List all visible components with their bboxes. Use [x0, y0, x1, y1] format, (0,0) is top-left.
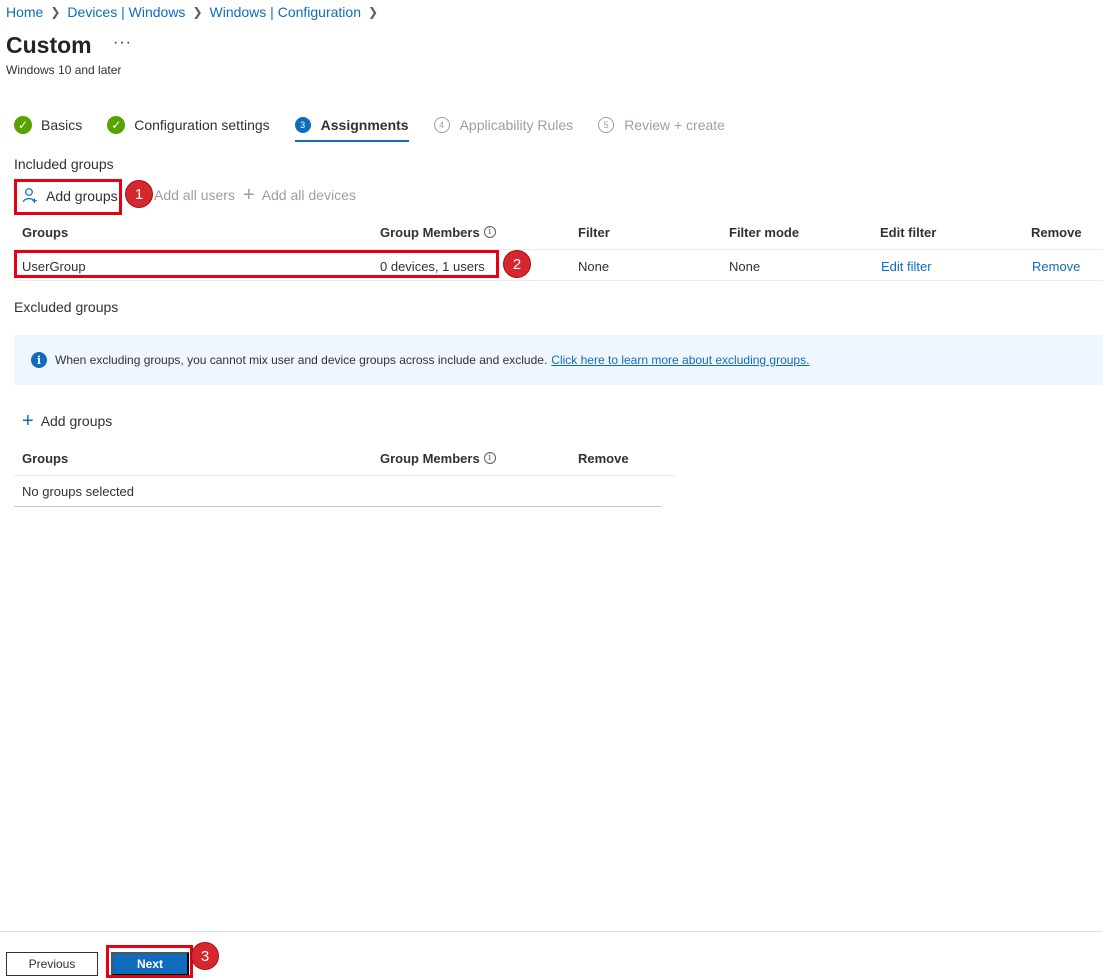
column-filter-mode: Filter mode [729, 224, 800, 240]
step-number: 4 [433, 117, 450, 133]
add-all-devices-label: Add all devices [261, 187, 356, 203]
chevron-right-icon: ❯ [50, 5, 61, 19]
step-label: Applicability Rules [459, 117, 574, 133]
excluded-groups-heading: Excluded groups [14, 299, 119, 315]
column-filter: Filter [578, 224, 610, 240]
empty-row: No groups selected [14, 475, 661, 507]
chevron-right-icon: ❯ [367, 5, 379, 19]
filter-value: None [578, 258, 610, 274]
step-label: Configuration settings [134, 117, 270, 133]
learn-more-link[interactable]: Click here to learn more about excluding… [551, 353, 809, 367]
add-excluded-groups-button[interactable]: + Add groups [22, 411, 112, 431]
excluded-table-header: Groups Group Members i Remove [14, 442, 675, 474]
step-configuration-settings[interactable]: ✓ Configuration settings [107, 114, 270, 136]
annotation-badge: 1 [125, 180, 153, 208]
add-all-users-label: Add all users [154, 187, 235, 203]
column-group-members: Group Members i [380, 216, 496, 248]
included-groups-heading: Included groups [14, 156, 114, 172]
column-group-members-label: Group Members [380, 450, 480, 466]
info-icon[interactable]: i [483, 452, 496, 464]
step-review-create[interactable]: 5 Review + create [598, 114, 725, 136]
step-number: 3 [294, 117, 311, 133]
more-icon[interactable]: ··· [113, 34, 132, 52]
step-applicability-rules[interactable]: 4 Applicability Rules [433, 114, 574, 136]
add-all-devices-button[interactable]: + Add all devices [243, 185, 356, 205]
step-label: Basics [41, 117, 83, 133]
next-button[interactable]: Next [111, 952, 189, 976]
previous-button[interactable]: Previous [6, 952, 98, 976]
column-remove: Remove [578, 450, 629, 466]
column-groups: Groups [22, 224, 69, 240]
annotation-badge: 3 [191, 942, 219, 970]
info-icon[interactable]: i [483, 226, 496, 238]
page-title: Custom [6, 32, 92, 58]
column-groups: Groups [22, 450, 69, 466]
checkmark-icon: ✓ [107, 116, 126, 134]
footer-divider [0, 931, 1103, 932]
step-label: Assignments [320, 117, 409, 133]
no-groups-text: No groups selected [22, 483, 135, 499]
plus-icon: + [243, 184, 255, 206]
group-members: 0 devices, 1 users [380, 258, 485, 274]
filter-mode-value: None [729, 258, 761, 274]
table-row[interactable]: UserGroup 0 devices, 1 users None None E… [14, 249, 1103, 281]
breadcrumb: Home ❯ Devices | Windows ❯ Windows | Con… [6, 4, 385, 20]
column-remove: Remove [1031, 224, 1082, 240]
add-groups-label: Add groups [40, 413, 113, 429]
remove-link[interactable]: Remove [1032, 250, 1080, 282]
wizard-steps: ✓ Basics ✓ Configuration settings 3 Assi… [14, 114, 750, 144]
column-edit-filter: Edit filter [880, 224, 937, 240]
info-icon: i [31, 352, 47, 368]
add-groups-button[interactable]: Add groups [22, 187, 118, 204]
banner-text: When excluding groups, you cannot mix us… [55, 353, 548, 367]
breadcrumb-windows-configuration[interactable]: Windows | Configuration [210, 4, 361, 20]
included-table-header: Groups Group Members i Filter Filter mod… [14, 216, 1103, 248]
step-basics[interactable]: ✓ Basics [14, 114, 82, 136]
add-all-users-button[interactable]: Add all users [154, 187, 235, 203]
add-user-icon [22, 188, 37, 203]
edit-filter-link[interactable]: Edit filter [881, 250, 932, 282]
group-name: UserGroup [22, 258, 86, 274]
page-subtitle: Windows 10 and later [6, 63, 122, 77]
step-assignments[interactable]: 3 Assignments [294, 114, 409, 142]
step-label: Review + create [624, 117, 725, 133]
column-group-members: Group Members i [380, 442, 496, 474]
checkmark-icon: ✓ [14, 116, 32, 134]
column-group-members-label: Group Members [380, 224, 480, 240]
breadcrumb-home[interactable]: Home [6, 4, 43, 20]
breadcrumb-devices-windows[interactable]: Devices | Windows [67, 4, 185, 20]
annotation-badge: 2 [503, 250, 531, 278]
info-banner: i When excluding groups, you cannot mix … [14, 335, 1103, 385]
plus-icon: + [22, 410, 34, 432]
step-number: 5 [598, 117, 615, 133]
chevron-right-icon: ❯ [192, 5, 203, 19]
add-groups-label: Add groups [46, 187, 118, 204]
